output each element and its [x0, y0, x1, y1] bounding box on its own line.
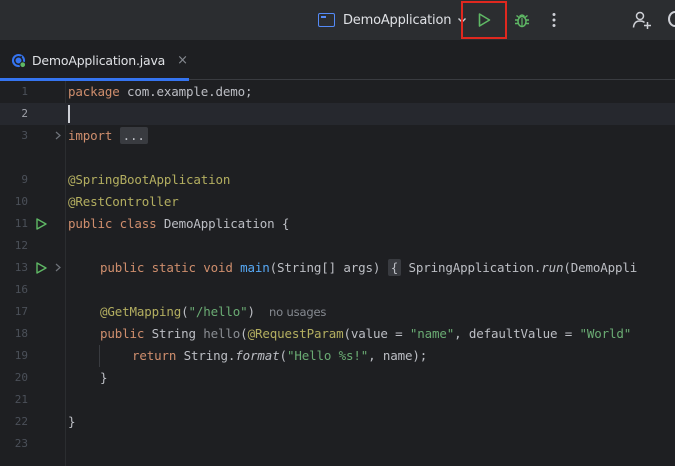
code-line: 11 public class DemoApplication {	[0, 213, 675, 235]
line-number: 22	[14, 415, 28, 428]
add-user-button[interactable]	[628, 6, 656, 34]
line-number: 11	[14, 217, 28, 230]
code-text: public static void main(String[] args) {…	[100, 259, 638, 276]
run-configuration-label: DemoApplication	[343, 12, 452, 28]
gutter-run-icon[interactable]	[35, 218, 47, 230]
code-text: @GetMapping("/hello") no usages	[100, 304, 327, 319]
code-line: 21	[0, 389, 675, 411]
run-button[interactable]	[461, 1, 507, 39]
line-number: 17	[14, 305, 28, 318]
line-number: 3	[21, 129, 28, 142]
close-icon[interactable]: ×	[177, 54, 188, 67]
add-user-icon	[632, 11, 651, 29]
code-line: 10 @RestController	[0, 191, 675, 213]
fold-expand-icon[interactable]	[54, 262, 62, 273]
code-line: 12	[0, 235, 675, 257]
tab-demo-application[interactable]: DemoApplication.java ×	[0, 40, 189, 81]
line-number: 19	[14, 349, 28, 362]
editor-tab-bar: DemoApplication.java ×	[0, 40, 675, 81]
code-text: return String.format("Hello %s!", name);	[132, 348, 428, 363]
code-line: 17 @GetMapping("/hello") no usages	[0, 301, 675, 323]
code-line: 20 }	[0, 367, 675, 389]
line-number: 9	[21, 173, 28, 186]
code-line: 1 package com.example.demo;	[0, 81, 675, 103]
text-caret	[68, 105, 70, 123]
line-number: 2	[21, 107, 28, 120]
line-number: 10	[14, 195, 28, 208]
line-number: 23	[14, 437, 28, 450]
code-line: 9 @SpringBootApplication	[0, 169, 675, 191]
gutter-run-icon[interactable]	[35, 262, 47, 274]
code-text: public class DemoApplication {	[68, 216, 290, 231]
code-line: 19 return String.format("Hello %s!", nam…	[0, 345, 675, 367]
line-number: 12	[14, 239, 28, 252]
code-line: 18 public String hello(@RequestParam(val…	[0, 323, 675, 345]
run-icon	[478, 13, 491, 27]
main-toolbar: DemoApplication	[0, 0, 675, 40]
line-number: 1	[21, 85, 28, 98]
code-text: package com.example.demo;	[68, 84, 253, 99]
spring-class-icon	[11, 53, 26, 68]
code-text: @SpringBootApplication	[68, 172, 231, 187]
code-line: 22 }	[0, 411, 675, 433]
code-text: import ...	[68, 127, 148, 144]
code-line: 13 public static void main(String[] args…	[0, 257, 675, 279]
folded-imports[interactable]: ...	[119, 127, 148, 144]
code-line: 3 import ...	[0, 125, 675, 147]
code-text: }	[100, 370, 108, 385]
code-text: @RestController	[68, 194, 179, 209]
code-text: }	[68, 414, 76, 429]
code-line-current: 2	[0, 103, 675, 125]
code-text: public String hello(@RequestParam(value …	[100, 326, 632, 341]
line-number: 16	[14, 283, 28, 296]
run-configuration-selector[interactable]: DemoApplication	[318, 9, 467, 31]
inlay-usages-hint: no usages	[268, 305, 327, 319]
code-editor[interactable]: 1 package com.example.demo; 2 3 import .…	[0, 81, 675, 466]
indent-guide	[99, 345, 100, 367]
code-line: 23	[0, 433, 675, 455]
configuration-icon	[318, 13, 335, 27]
line-number: 18	[14, 327, 28, 340]
more-actions-button[interactable]	[542, 6, 566, 34]
fold-expand-icon[interactable]	[54, 130, 62, 141]
debug-bug-icon	[515, 14, 529, 28]
tab-label: DemoApplication.java	[32, 52, 166, 68]
code-line: 16	[0, 279, 675, 301]
search-icon[interactable]	[668, 11, 675, 27]
line-number: 20	[14, 371, 28, 384]
debug-button[interactable]	[508, 6, 536, 34]
line-number: 13	[14, 261, 28, 274]
more-vertical-icon	[552, 13, 556, 27]
line-number: 21	[14, 393, 28, 406]
